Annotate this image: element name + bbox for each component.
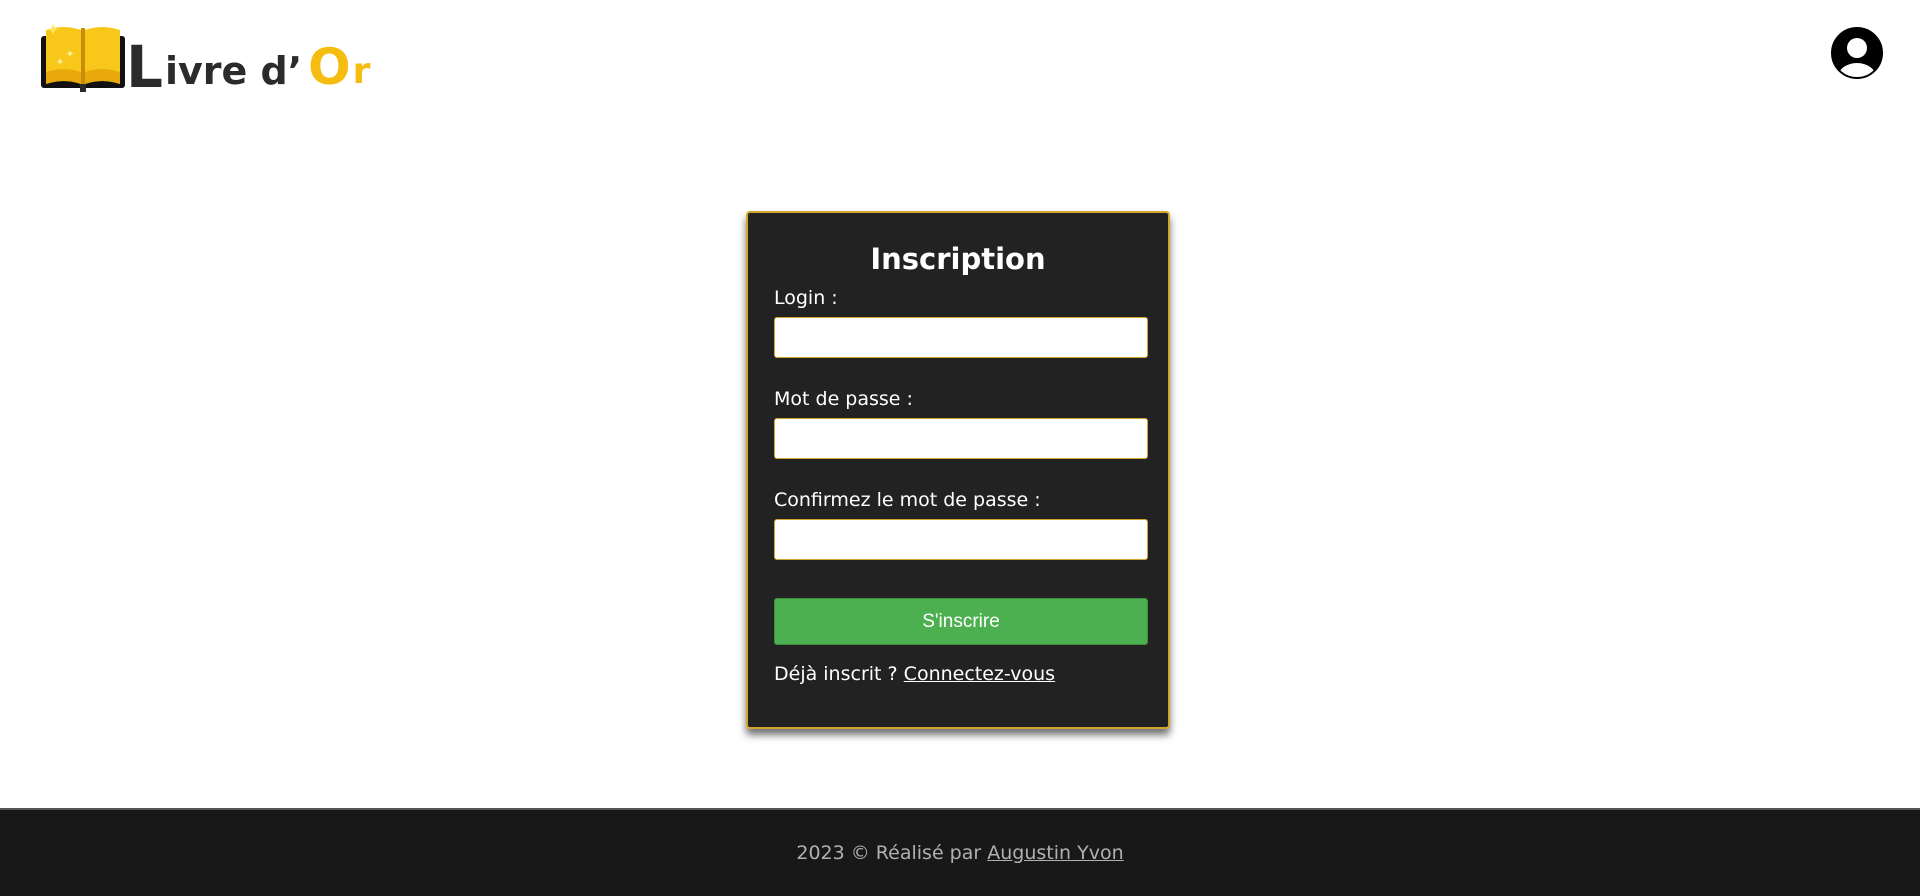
password-input[interactable] bbox=[774, 418, 1148, 459]
site-logo[interactable]: L ivre d’ O r bbox=[40, 22, 371, 96]
open-book-icon bbox=[41, 24, 125, 92]
logo-letter-l: L bbox=[126, 33, 163, 101]
site-footer: 2023 © Réalisé par Augustin Yvon bbox=[0, 808, 1920, 896]
login-label: Login : bbox=[774, 287, 838, 309]
password-label: Mot de passe : bbox=[774, 388, 913, 410]
logo-letter-o: O bbox=[308, 38, 351, 96]
login-input[interactable] bbox=[774, 317, 1148, 358]
footer-copyright-text: 2023 © Réalisé par bbox=[796, 842, 982, 864]
form-title: Inscription bbox=[870, 242, 1046, 276]
already-registered-line: Déjà inscrit ? Connectez-vous bbox=[774, 665, 1142, 684]
logo-wordmark: L ivre d’ O r bbox=[126, 22, 371, 96]
page: L ivre d’ O r Inscription Login: Mot de… bbox=[0, 0, 1920, 896]
footer-credit: 2023 © Réalisé par Augustin Yvon bbox=[796, 844, 1123, 863]
login-link[interactable]: Connectez-vous bbox=[904, 663, 1055, 685]
user-avatar-icon bbox=[1831, 27, 1883, 79]
confirm-password-label: Confirmez le mot de passe : bbox=[774, 489, 1041, 511]
site-header: L ivre d’ O r bbox=[0, 0, 1920, 110]
confirm-password-input[interactable] bbox=[774, 519, 1148, 560]
signup-button[interactable]: S'inscrire bbox=[774, 598, 1148, 645]
logo-letters-ivre: ivre d’ bbox=[164, 49, 303, 93]
logo-letter-r: r bbox=[352, 51, 371, 92]
signup-form: Inscription Login : Mot de passe : Confi… bbox=[746, 211, 1170, 729]
already-registered-text: Déjà inscrit ? bbox=[774, 663, 898, 685]
author-link[interactable]: Augustin Yvon bbox=[987, 842, 1123, 864]
user-account-button[interactable] bbox=[1831, 27, 1883, 79]
